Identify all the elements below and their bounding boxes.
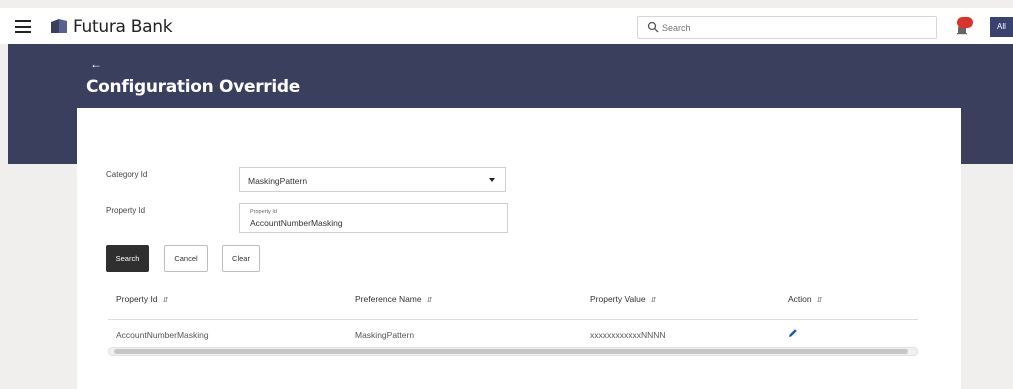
table-header-divider xyxy=(108,319,918,320)
sort-icon: ⇵ xyxy=(650,297,657,304)
hamburger-menu-icon[interactable] xyxy=(15,20,31,33)
clear-button[interactable]: Clear xyxy=(222,245,260,272)
brand-name: Futura Bank xyxy=(73,17,173,37)
edit-icon[interactable] xyxy=(788,328,798,338)
property-id-floating-label: Property Id xyxy=(250,209,277,215)
chevron-down-icon xyxy=(489,178,495,182)
search-button[interactable]: Search xyxy=(106,245,149,272)
search-input[interactable] xyxy=(662,19,922,36)
property-id-label: Property Id xyxy=(106,206,146,215)
horizontal-scrollbar[interactable] xyxy=(108,347,918,356)
category-id-label: Category Id xyxy=(106,170,148,179)
search-icon xyxy=(647,21,659,33)
sort-icon: ⇵ xyxy=(426,297,433,304)
bank-logo-icon xyxy=(51,19,67,33)
notification-badge xyxy=(957,17,973,28)
property-id-field[interactable]: Property Id AccountNumberMasking xyxy=(239,203,508,233)
cell-property-value: xxxxxxxxxxxxNNNN xyxy=(590,330,666,340)
category-id-select[interactable]: MaskingPattern xyxy=(239,167,506,192)
sort-icon: ⇵ xyxy=(162,297,169,304)
avatar[interactable]: All xyxy=(990,17,1013,37)
column-header-preference-name[interactable]: Preference Name ⇵ xyxy=(355,294,433,304)
scrollbar-thumb[interactable] xyxy=(114,349,908,354)
sort-icon: ⇵ xyxy=(816,297,823,304)
top-bar: Futura Bank All xyxy=(0,8,1013,44)
category-id-value: MaskingPattern xyxy=(248,176,308,186)
back-arrow-icon[interactable]: ← xyxy=(90,57,102,71)
cell-property-id: AccountNumberMasking xyxy=(116,330,209,340)
notifications-button[interactable] xyxy=(953,17,975,37)
global-search[interactable] xyxy=(637,16,937,39)
column-header-action[interactable]: Action ⇵ xyxy=(788,294,823,304)
column-header-property-id[interactable]: Property Id ⇵ xyxy=(116,294,168,304)
property-id-value: AccountNumberMasking xyxy=(250,218,343,228)
cancel-button[interactable]: Cancel xyxy=(164,245,208,272)
column-header-property-value[interactable]: Property Value ⇵ xyxy=(590,294,656,304)
page-title: Configuration Override xyxy=(86,77,301,97)
cell-preference-name: MaskingPattern xyxy=(355,330,415,340)
